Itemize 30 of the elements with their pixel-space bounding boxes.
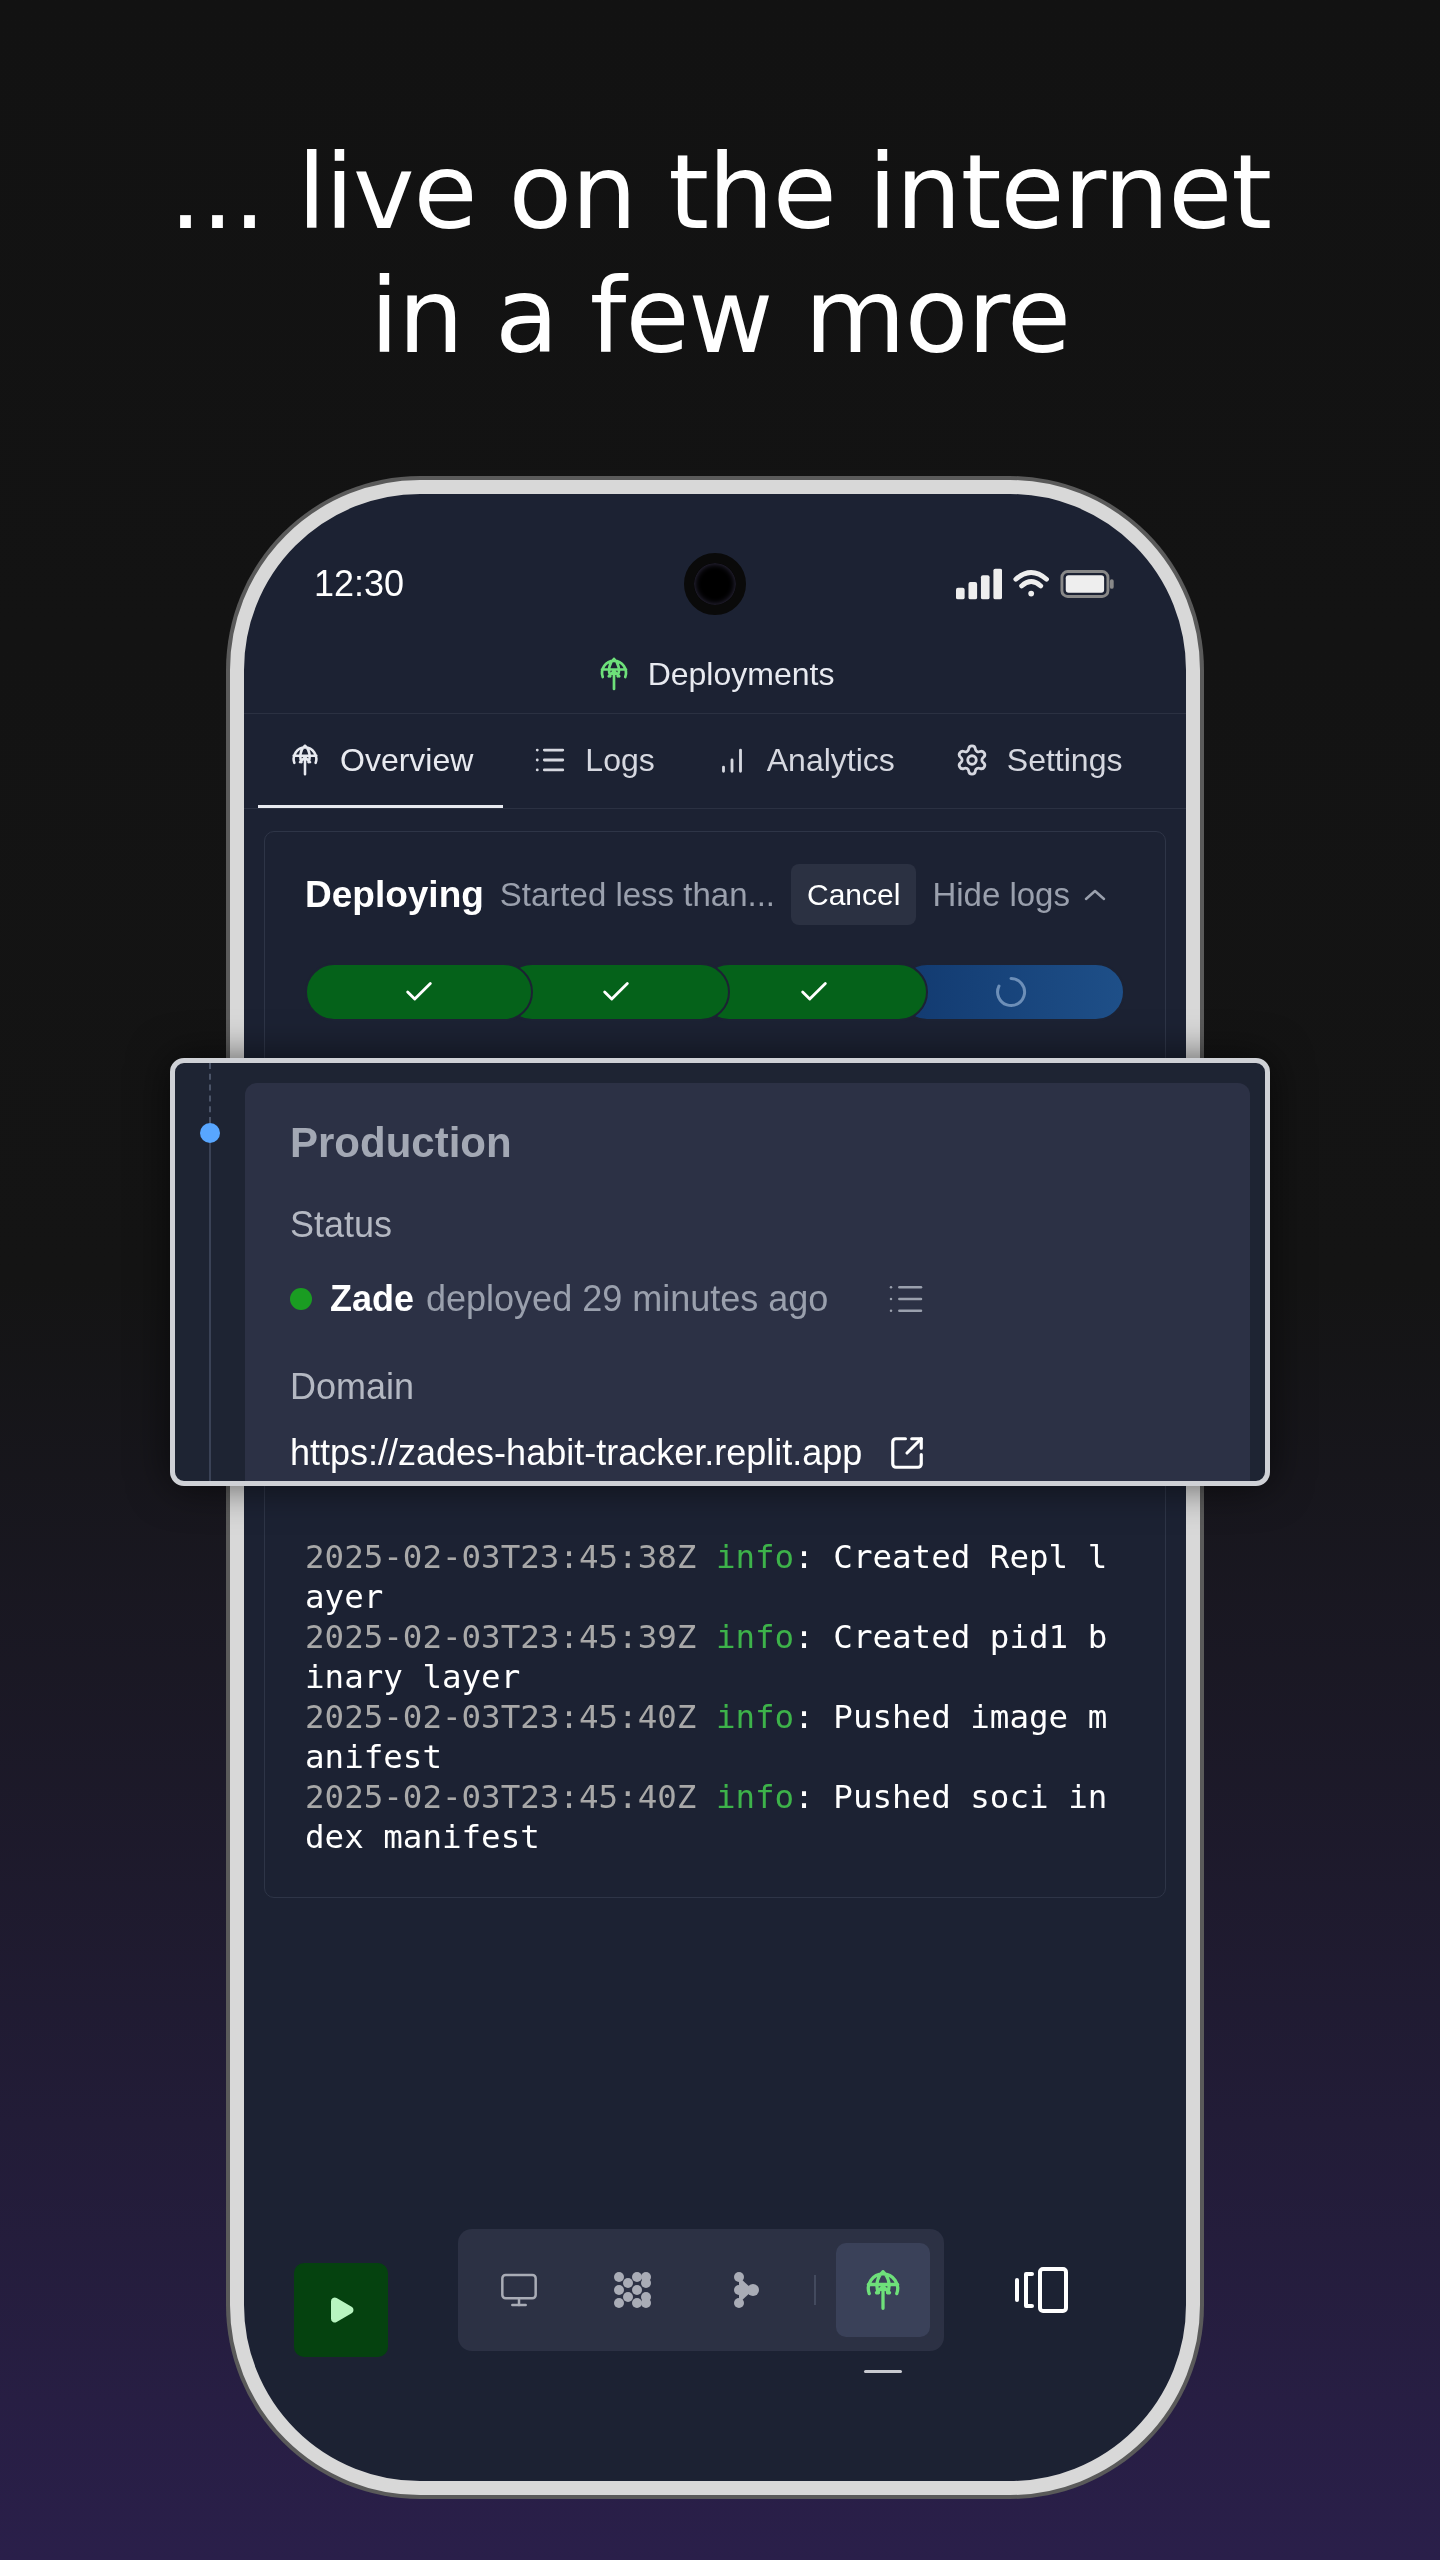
log-line: 2025-02-03T23:45:38Z info: Created Repl layer <box>305 1537 1109 1617</box>
deploy-subtitle: Started less than... <box>499 874 775 915</box>
deploy-title: Deploying <box>305 872 484 917</box>
dots-grid-icon <box>613 2270 653 2310</box>
log-line: 2025-02-03T23:45:40Z info: Pushed image manifest <box>305 1697 1109 1777</box>
selected-indicator <box>864 2369 902 2373</box>
cancel-button[interactable]: Cancel <box>791 864 917 925</box>
signal-icon <box>956 568 1003 600</box>
status-label: Status <box>290 1203 394 1247</box>
deployed-time: deployed 29 minutes ago <box>426 1277 829 1321</box>
log-line: 2025-02-03T23:45:39Z info: Created pid1 binary layer <box>305 1617 1109 1697</box>
run-button[interactable] <box>294 2263 388 2357</box>
tool-button[interactable] <box>836 2243 930 2337</box>
log-line: 2025-02-03T23:45:40Z info: Pushed soci index manifest <box>305 1777 1109 1857</box>
tab[interactable]: Settings <box>924 714 1153 808</box>
headline: ... live on the internet <box>168 130 1272 254</box>
wifi-icon <box>1012 569 1051 599</box>
status-time: 12:30 <box>314 562 406 606</box>
domain-link[interactable]: https://zades-habit-tracker.replit.app <box>290 1426 1205 1480</box>
environment-title: Production <box>290 1118 513 1168</box>
tab[interactable]: Logs <box>503 714 685 808</box>
hide-logs-button[interactable]: Hide logs <box>932 869 1106 920</box>
split-view-icon <box>1014 2266 1070 2314</box>
tab[interactable]: Analytics <box>684 714 925 808</box>
tab[interactable]: Overview <box>258 714 504 808</box>
page-title: Deployments <box>647 654 835 694</box>
headline: in a few more <box>370 254 1070 378</box>
domain-label: Domain <box>290 1365 416 1409</box>
deployed-by: Zade <box>330 1277 415 1321</box>
battery-icon <box>1060 569 1116 599</box>
